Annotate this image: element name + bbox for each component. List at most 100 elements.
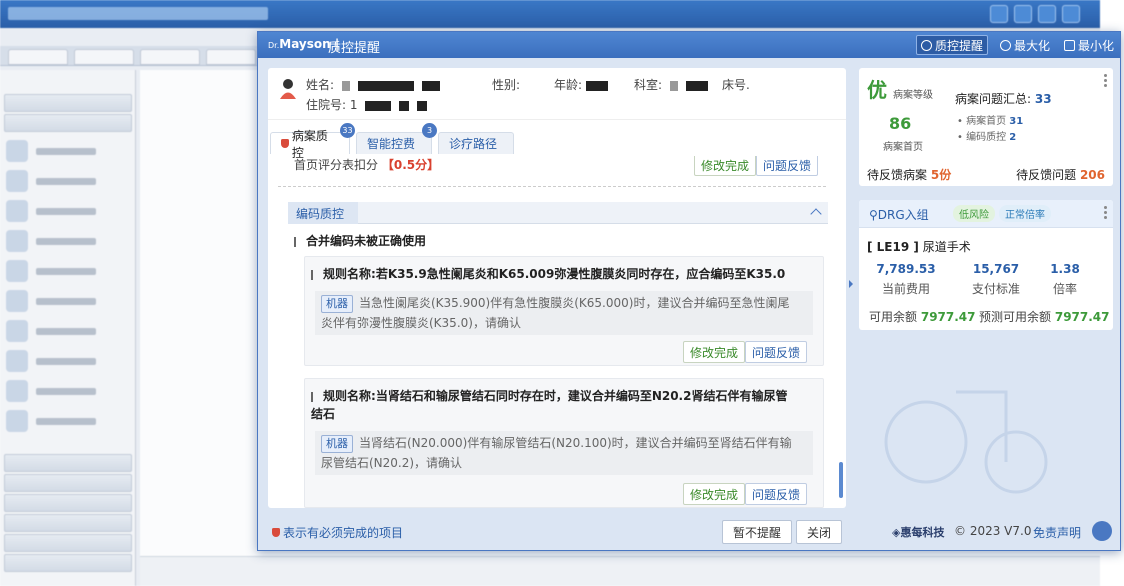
- rule-desc-line: 尿管结石(N20.2)，请确认: [321, 456, 463, 470]
- maximize-label: 最大化: [1014, 38, 1051, 53]
- qc-reminder-label: 质控提醒: [935, 38, 984, 53]
- drg-code-value: [ LE19 ]: [867, 240, 919, 254]
- total-value: 33: [1034, 92, 1052, 106]
- more-icon[interactable]: [1104, 206, 1107, 219]
- rule-desc-line: 炎伴有弥漫性腹膜炎(K35.0)，请确认: [321, 316, 521, 330]
- rule-name-text: 结石: [311, 407, 336, 421]
- masked-value: [669, 80, 678, 91]
- metric-label: 当前费用: [881, 282, 930, 296]
- hospital-watermark-icon: [884, 390, 1048, 494]
- tab-smart-cost[interactable]: 智能控费 3: [356, 123, 437, 154]
- tab-badge: 33: [340, 123, 355, 138]
- background-title-bar: [0, 0, 1100, 28]
- rule-name: 规则名称:若K35.9急性阑尾炎和K65.009弥漫性腹膜炎同时存在，应合编码至…: [311, 265, 815, 283]
- user-avatar-icon[interactable]: [1092, 521, 1112, 541]
- qc-content: 首页评分表扣分 【0.5分】 修改完成 问题反馈 编码质控 合并编码未被正确使用…: [278, 156, 836, 508]
- divider: [278, 186, 826, 187]
- masked-value: [685, 80, 708, 91]
- score-value: 【0.5分】: [381, 158, 440, 172]
- feedback-button[interactable]: 问题反馈: [756, 156, 819, 176]
- patient-name-field: 姓名:: [306, 76, 440, 93]
- tab-label: 诊疗路径: [449, 137, 498, 151]
- metric-current-cost: 7,789.53 当前费用: [869, 262, 943, 297]
- tab-badge: 3: [422, 123, 437, 138]
- metric-value: 7,789.53: [876, 262, 936, 276]
- qc-reminder-button[interactable]: 质控提醒: [916, 35, 989, 55]
- minimize-button[interactable]: 最小化: [1060, 35, 1118, 55]
- metric-value: 1.38: [1050, 262, 1080, 276]
- background-sidebar: [0, 70, 136, 586]
- issue-item: • 编码质控 2: [957, 132, 1017, 143]
- rule-card: 规则名称:若K35.9急性阑尾炎和K65.009弥漫性腹膜炎同时存在，应合编码至…: [304, 256, 824, 366]
- coding-qc-section[interactable]: 编码质控: [288, 202, 828, 224]
- modify-done-button[interactable]: 修改完成: [694, 156, 757, 176]
- rule-name-label: 规则名称:: [323, 267, 376, 281]
- item-value: 31: [1009, 116, 1024, 127]
- masked-value: [586, 80, 609, 91]
- forecast-value: 7977.47: [1054, 310, 1110, 324]
- disclaimer-link[interactable]: 免责声明: [1033, 524, 1081, 541]
- maximize-icon: [1000, 39, 1011, 51]
- tab-label: 智能控费: [367, 137, 416, 151]
- feedback-button[interactable]: 问题反馈: [745, 483, 808, 505]
- group-bar: [294, 236, 296, 247]
- risk-badge: 低风险: [953, 205, 995, 222]
- score-label: 首页评分表扣分: [294, 158, 379, 172]
- total-label: 病案问题汇总:: [955, 92, 1032, 106]
- qc-reminder-dialog: Dr.Mayson | 质控提醒 质控提醒 最大化 最小化 姓名: 性别: 年龄…: [257, 31, 1121, 551]
- case-grade: 优: [867, 78, 887, 102]
- available-value: 7977.47: [920, 310, 976, 324]
- pending-issues-value: 206: [1079, 168, 1105, 182]
- case-summary-card: 优 病案等级 86 病案首页 病案问题汇总: 33 • 病案首页 31 • 编码…: [859, 68, 1113, 186]
- pending-cases-label: 待反馈病案: [867, 168, 928, 182]
- chevron-up-icon[interactable]: [810, 208, 822, 220]
- inpatient-value: 1: [349, 98, 358, 112]
- minimize-icon: [1064, 39, 1075, 51]
- qc-icon: [921, 39, 932, 51]
- copyright: © 2023 V7.0: [954, 524, 1032, 538]
- drg-card: ⚲DRG入组 低风险 正常倍率 [ LE19 ] 尿道手术 7,789.53 当前…: [859, 200, 1113, 330]
- tab-case-qc[interactable]: 病案质控 33: [270, 123, 355, 160]
- dept-label: 科室:: [634, 78, 663, 92]
- grade-label: 病案等级: [893, 90, 933, 101]
- rule-bar: [311, 391, 313, 402]
- dialog-header: Dr.Mayson | 质控提醒 质控提醒 最大化 最小化: [258, 32, 1120, 58]
- brand-text: 惠每科技: [900, 526, 945, 539]
- score-label: 病案首页: [883, 142, 923, 153]
- modify-done-button[interactable]: 修改完成: [683, 483, 746, 505]
- inpatient-field: 住院号: 1: [306, 96, 427, 113]
- item-label: 编码质控: [966, 132, 1007, 143]
- item-value: 2: [1009, 132, 1017, 143]
- content-scrollbar[interactable]: [839, 462, 843, 498]
- more-icon[interactable]: [1104, 74, 1107, 87]
- rule-card: 规则名称:当肾结石和输尿管结石同时存在时，建议合并编码至N20.2肾结石伴有输尿…: [304, 378, 824, 508]
- masked-value: [365, 100, 392, 111]
- masked-value: [341, 80, 350, 91]
- patient-info: 姓名: 性别: 年龄: 科室: 床号. 住院号: 1: [268, 68, 846, 120]
- name-label: 姓名:: [306, 78, 335, 92]
- age-field: 年龄:: [554, 76, 609, 93]
- metric-value: 15,767: [972, 262, 1020, 276]
- feedback-button[interactable]: 问题反馈: [745, 341, 808, 363]
- available-label: 可用余额: [869, 310, 918, 324]
- required-shield-icon: [281, 139, 289, 148]
- dialog-footer: 表示有必须完成的项目 暂不提醒 关闭 ◈惠每科技 © 2023 V7.0 免责声…: [258, 512, 1120, 550]
- issue-item: • 病案首页 31: [957, 116, 1024, 127]
- metric-payment-standard: 15,767 支付标准: [959, 262, 1033, 297]
- required-note: 表示有必须完成的项目: [272, 524, 403, 541]
- masked-value: [357, 80, 414, 91]
- background-status: [140, 556, 1100, 586]
- maximize-button[interactable]: 最大化: [996, 35, 1054, 55]
- forecast-label: 预测可用余额: [979, 310, 1052, 324]
- issue-total: 病案问题汇总: 33: [955, 90, 1052, 107]
- rule-desc-line: 当肾结石(N20.000)伴有输尿管结石(N20.100)时，建议合并编码至肾结…: [359, 436, 792, 450]
- item-label: 病案首页: [966, 116, 1007, 127]
- close-button[interactable]: 关闭: [796, 520, 843, 544]
- collapse-arrow-icon[interactable]: [848, 272, 854, 296]
- pending-cases: 待反馈病案 5份: [867, 166, 951, 183]
- snooze-button[interactable]: 暂不提醒: [722, 520, 793, 544]
- tab-clinical-path[interactable]: 诊疗路径: [438, 132, 514, 154]
- inpatient-label: 住院号:: [306, 98, 347, 112]
- modify-done-button[interactable]: 修改完成: [683, 341, 746, 363]
- rule-bar: [311, 269, 313, 280]
